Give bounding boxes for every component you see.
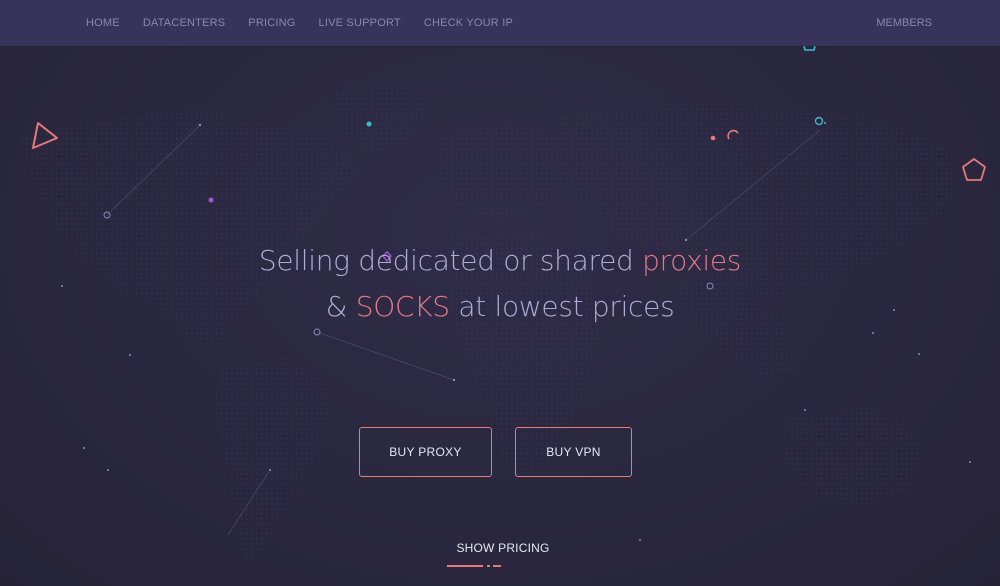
page: HOME DATACENTERS PRICING LIVE SUPPORT CH… xyxy=(0,0,1000,586)
nav-members[interactable]: MEMBERS xyxy=(876,0,932,46)
coral-dot xyxy=(710,135,716,141)
nav-pricing[interactable]: PRICING xyxy=(248,17,295,29)
hero-line-2: & SOCKS at lowest prices xyxy=(0,284,1000,330)
hero-line-1-text: Selling dedicated or shared xyxy=(258,244,643,277)
hero-accent-proxies: proxies xyxy=(642,244,742,277)
teal-dot xyxy=(366,121,372,127)
nav-check-your-ip[interactable]: CHECK YOUR IP xyxy=(424,17,513,29)
nav-home[interactable]: HOME xyxy=(86,17,120,29)
hero-accent-socks: SOCKS xyxy=(355,290,450,323)
hero-line-1: Selling dedicated or shared proxies xyxy=(0,238,1000,284)
ring-icon xyxy=(814,116,824,126)
arc-icon xyxy=(727,129,739,140)
nav-links: HOME DATACENTERS PRICING LIVE SUPPORT CH… xyxy=(86,0,536,46)
nav-live-support[interactable]: LIVE SUPPORT xyxy=(319,17,401,29)
purple-dot xyxy=(208,197,214,203)
show-pricing-link[interactable]: SHOW PRICING xyxy=(0,541,1000,555)
buy-vpn-button[interactable]: BUY VPN xyxy=(515,427,632,477)
hero-title: Selling dedicated or shared proxies & SO… xyxy=(0,238,1000,330)
hero-line-2-prefix: & xyxy=(325,290,356,323)
buy-proxy-button[interactable]: BUY PROXY xyxy=(359,427,492,477)
nav-datacenters[interactable]: DATACENTERS xyxy=(143,17,225,29)
pentagon-outline-icon-coral xyxy=(962,158,986,181)
triangle-outline-icon xyxy=(32,122,58,149)
top-navbar: HOME DATACENTERS PRICING LIVE SUPPORT CH… xyxy=(0,0,1000,46)
hero-line-2-suffix: at lowest prices xyxy=(449,290,675,323)
show-pricing-underline xyxy=(447,565,501,567)
